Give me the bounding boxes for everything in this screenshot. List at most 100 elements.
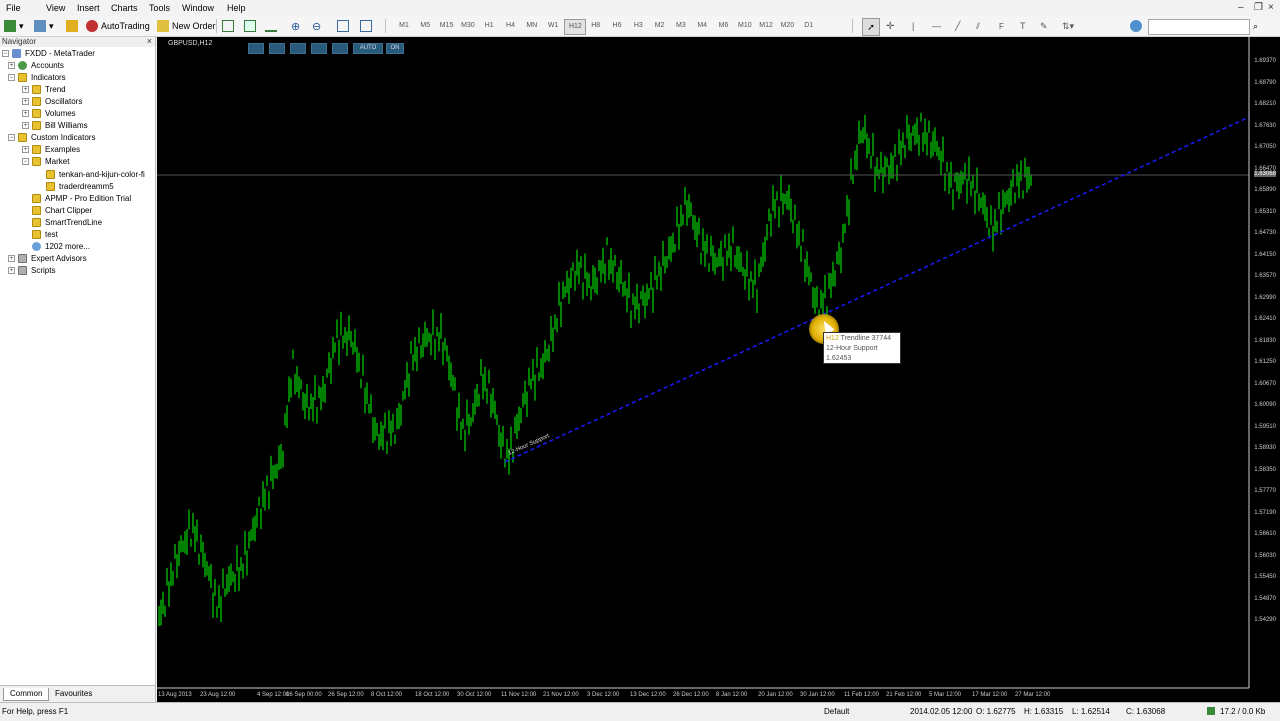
tab-favourites[interactable]: Favourites [49, 688, 98, 700]
search-input[interactable] [1148, 19, 1250, 35]
cursor-tool-button[interactable]: ➚ [862, 18, 880, 36]
navigator-item-examples[interactable]: + Examples [22, 144, 80, 156]
timeframe-m30[interactable]: M30 [458, 19, 478, 33]
channel-button[interactable]: ⫽ [976, 18, 980, 34]
expand-icon[interactable]: + [22, 146, 29, 154]
menu-insert[interactable]: Insert [77, 3, 100, 13]
profiles-button[interactable]: ▾ [34, 18, 54, 34]
timeframe-m3[interactable]: M3 [671, 19, 691, 33]
tile-windows-button[interactable] [337, 18, 352, 34]
panel-button-5[interactable] [332, 43, 348, 54]
expand-icon[interactable]: + [22, 110, 29, 117]
timeframe-h3[interactable]: H3 [628, 19, 648, 33]
indicator-icon [18, 133, 27, 143]
zoom-out-button[interactable]: ⊖ [312, 18, 321, 34]
expand-icon[interactable]: + [22, 97, 29, 105]
close-icon[interactable]: × [1268, 2, 1274, 13]
navigator-item-smarttrendline[interactable]: SmartTrendLine [32, 216, 102, 228]
timeframe-m5[interactable]: M5 [415, 19, 435, 33]
menu-view[interactable]: View [46, 3, 65, 13]
settings-button[interactable] [1130, 18, 1145, 34]
navigator-item-fxdd-metatrader[interactable]: − FXDD - MetaTrader [2, 47, 95, 59]
new-order-button[interactable]: New Order [157, 18, 216, 34]
navigator-item-accounts[interactable]: + Accounts [8, 59, 64, 71]
timeframe-m2[interactable]: M2 [650, 19, 670, 33]
timeframe-h4[interactable]: H4 [501, 19, 521, 33]
close-icon[interactable]: × [147, 36, 152, 46]
price-level-label: 1.58350 [1254, 466, 1276, 473]
chart-window[interactable]: 12-Hour Support GBPUSD,H12 AUTO ON 1.693… [157, 37, 1280, 702]
menu-tools[interactable]: Tools [149, 3, 170, 13]
navigator-item-volumes[interactable]: + Volumes [22, 108, 76, 120]
expand-icon[interactable]: + [8, 267, 15, 275]
menu-charts[interactable]: Charts [111, 3, 138, 13]
expand-icon[interactable]: + [22, 85, 29, 93]
crosshair-button[interactable]: ✛ [886, 18, 894, 34]
navigator-item-1202-more[interactable]: 1202 more... [32, 241, 90, 253]
timeframe-m12[interactable]: M12 [756, 19, 776, 33]
timeframe-m10[interactable]: M10 [735, 19, 755, 33]
chart-shift-button[interactable] [360, 18, 375, 34]
bar-chart-button[interactable] [222, 18, 237, 34]
auto-button[interactable]: AUTO [353, 43, 383, 54]
navigator-item-bill-williams[interactable]: + Bill Williams [22, 120, 88, 132]
timeframe-m20[interactable]: M20 [777, 19, 797, 33]
timeframe-d1[interactable]: D1 [799, 19, 819, 33]
minimize-icon[interactable]: – [1238, 2, 1244, 13]
panel-button-1[interactable] [248, 43, 264, 54]
timeframe-h8[interactable]: H8 [586, 19, 606, 33]
collapse-icon[interactable]: − [8, 73, 15, 81]
timeframe-h6[interactable]: H6 [607, 19, 627, 33]
timeframe-m4[interactable]: M4 [692, 19, 712, 33]
navigator-item-indicators[interactable]: − Indicators [8, 71, 66, 83]
menu-window[interactable]: Window [182, 3, 214, 13]
timeframe-m6[interactable]: M6 [714, 19, 734, 33]
line-chart-button[interactable] [265, 18, 280, 34]
menu-file[interactable]: File [6, 3, 21, 13]
navigator-item-traderdreamm5[interactable]: traderdreamm5 [46, 180, 114, 192]
candle-chart-button[interactable] [244, 18, 259, 34]
collapse-icon[interactable]: − [22, 158, 29, 166]
navigator-item-tenkan-and-kijun-color-fi[interactable]: tenkan-and-kijun-color-fi [46, 168, 145, 180]
navigator-item-oscillators[interactable]: + Oscillators [22, 95, 82, 107]
collapse-icon[interactable]: − [8, 134, 15, 142]
restore-icon[interactable]: ❐ [1254, 2, 1263, 13]
trendline-button[interactable]: ╱ [955, 18, 960, 34]
vertical-line-button[interactable]: | [912, 18, 914, 34]
autotrading-button[interactable]: AutoTrading [86, 18, 150, 34]
timeframe-m15[interactable]: M15 [437, 19, 457, 33]
menu-help[interactable]: Help [227, 3, 246, 13]
navigator-item-market[interactable]: − Market [22, 156, 69, 168]
expand-icon[interactable]: + [22, 122, 29, 130]
expand-icon[interactable]: + [8, 61, 15, 69]
timeframe-h1[interactable]: H1 [479, 19, 499, 33]
navigator-item-label: SmartTrendLine [45, 217, 103, 227]
navigator-item-test[interactable]: test [32, 229, 58, 241]
navigator-item-trend[interactable]: + Trend [22, 83, 66, 95]
timeframe-m1[interactable]: M1 [394, 19, 414, 33]
timeframe-w1[interactable]: W1 [543, 19, 563, 33]
new-chart-button[interactable]: ▾ [4, 18, 24, 34]
navigator-item-expert-advisors[interactable]: + Expert Advisors [8, 253, 87, 265]
horizontal-line-button[interactable]: — [932, 18, 941, 34]
zoom-in-button[interactable]: ⊕ [291, 18, 300, 34]
search-button[interactable]: ⌕ [1253, 18, 1258, 34]
navigator-item-apmp-pro-edition-trial[interactable]: APMP - Pro Edition Trial [32, 192, 131, 204]
expand-icon[interactable]: + [8, 255, 15, 263]
navigator-item-custom-indicators[interactable]: − Custom Indicators [8, 132, 95, 144]
arrows-button[interactable]: ⇅▾ [1062, 18, 1074, 34]
timeframe-mn[interactable]: MN [522, 19, 542, 33]
tab-common[interactable]: Common [3, 688, 50, 701]
text-button[interactable]: T [1020, 18, 1026, 34]
market-watch-button[interactable] [66, 18, 81, 34]
label-button[interactable]: ✎ [1040, 18, 1048, 34]
on-button[interactable]: ON [386, 43, 404, 54]
navigator-item-chart-clipper[interactable]: Chart Clipper [32, 204, 92, 216]
fibonacci-button[interactable]: F [999, 18, 1004, 34]
timeframe-h12[interactable]: H12 [564, 19, 587, 35]
panel-button-2[interactable] [269, 43, 285, 54]
navigator-item-scripts[interactable]: + Scripts [8, 265, 55, 277]
panel-button-4[interactable] [311, 43, 327, 54]
panel-button-3[interactable] [290, 43, 306, 54]
collapse-icon[interactable]: − [2, 49, 9, 57]
